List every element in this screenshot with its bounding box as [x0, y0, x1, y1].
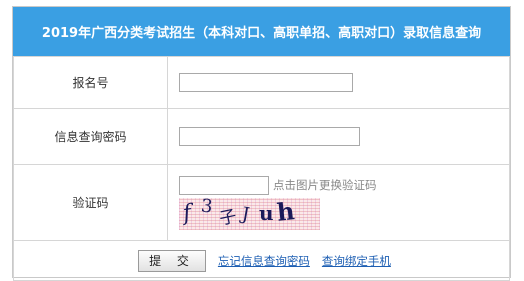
captcha-input-row: 点击图片更换验证码 [179, 175, 509, 195]
captcha-row: 验证码 点击图片更换验证码 f 3 子 J u h [13, 164, 510, 241]
query-panel: 2019年广西分类考试招生（本科对口、高职单招、高职对口）录取信息查询 报名号 … [12, 6, 511, 281]
actions-row: 提 交 忘记信息查询密码 查询绑定手机 [13, 240, 510, 281]
registration-input[interactable] [179, 73, 353, 92]
captcha-image[interactable]: f 3 子 J u h [179, 197, 320, 230]
page-title: 2019年广西分类考试招生（本科对口、高职单招、高职对口）录取信息查询 [13, 7, 510, 56]
submit-button[interactable]: 提 交 [138, 249, 206, 272]
captcha-hint: 点击图片更换验证码 [273, 178, 377, 192]
captcha-label: 验证码 [13, 164, 168, 241]
captcha-char: f [181, 200, 193, 226]
captcha-char: 3 [199, 197, 214, 218]
captcha-char: J [240, 203, 251, 225]
query-form: 报名号 信息查询密码 验证码 点击图片更换验证码 f 3 子 J u h 提 交… [13, 56, 510, 281]
actions-cell: 提 交 忘记信息查询密码 查询绑定手机 [13, 240, 510, 281]
captcha-char: h [275, 197, 296, 227]
captcha-char: 子 [217, 205, 239, 229]
captcha-cell: 点击图片更换验证码 f 3 子 J u h [167, 164, 510, 241]
captcha-input[interactable] [179, 175, 269, 195]
captcha-char: u [259, 200, 274, 225]
query-phone-link[interactable]: 查询绑定手机 [322, 253, 391, 269]
registration-cell [167, 56, 510, 109]
password-row: 信息查询密码 [13, 108, 510, 165]
registration-label: 报名号 [13, 56, 168, 109]
forgot-password-link[interactable]: 忘记信息查询密码 [218, 253, 310, 269]
actions-bar: 提 交 忘记信息查询密码 查询绑定手机 [14, 249, 509, 272]
password-input[interactable] [179, 127, 360, 146]
password-label: 信息查询密码 [13, 108, 168, 165]
registration-row: 报名号 [13, 56, 510, 109]
password-cell [167, 108, 510, 165]
